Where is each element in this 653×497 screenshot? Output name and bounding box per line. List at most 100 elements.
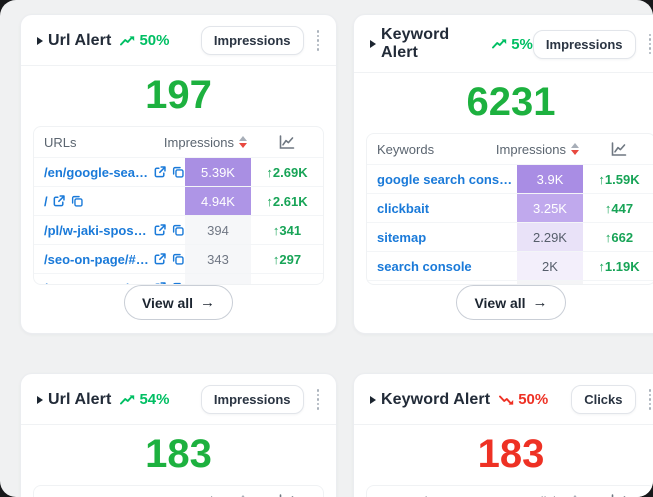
external-link-icon[interactable]	[153, 165, 167, 179]
card-header: Url Alert 54% Impressions	[21, 374, 336, 425]
url-link[interactable]: /	[44, 194, 48, 209]
chart-column-header	[251, 127, 323, 157]
keyword-link[interactable]: sitemap	[377, 230, 426, 245]
card-title: Url Alert	[48, 391, 111, 409]
trend-value: 50%	[139, 32, 169, 49]
trend-up-icon	[120, 35, 136, 47]
expand-caret-icon[interactable]	[37, 37, 43, 45]
sort-icon[interactable]	[237, 134, 249, 150]
table-row: clickbait 3.25K ↑447	[367, 193, 653, 222]
kebab-menu-icon[interactable]	[314, 386, 323, 413]
key-column-header: URLs	[34, 486, 183, 497]
view-all-wrap: View all →	[354, 285, 653, 333]
trend-down-icon	[499, 394, 515, 406]
sort-icon[interactable]	[237, 493, 249, 497]
alert-table: URLs Impressions /en/google-search-c...	[33, 126, 324, 285]
value-column-header: Clicks	[515, 486, 583, 497]
table-row: /en/google-search-c... 5.39K ↑2.69K	[34, 157, 323, 186]
table-header-row: Keywords Impressions	[367, 134, 653, 164]
external-link-icon[interactable]	[52, 194, 66, 208]
sort-icon[interactable]	[569, 141, 581, 157]
table-header-row: URLs Impressions	[34, 127, 323, 157]
card-header: Keyword Alert 5% Impressions	[354, 15, 653, 73]
value-cell: 341	[185, 274, 251, 285]
card-title: Url Alert	[48, 32, 111, 50]
arrow-right-icon: →	[200, 294, 215, 311]
kebab-menu-icon[interactable]	[646, 31, 653, 58]
big-number: 183	[354, 425, 653, 485]
key-column-header: Keywords	[367, 134, 515, 164]
table-row: /seo-on-page/#Facto... 343 ↑297	[34, 244, 323, 273]
trend-indicator: 50%	[499, 391, 548, 408]
change-value: ↑1.59K	[583, 165, 653, 193]
alert-table: Keywords Impressions google search conso…	[366, 133, 653, 285]
trend-indicator: 50%	[120, 32, 169, 49]
trend-value: 50%	[518, 391, 548, 408]
metric-select-button[interactable]: Impressions	[201, 385, 304, 414]
keyword-link[interactable]: google search console	[377, 172, 517, 187]
value-header-label: Impressions	[496, 142, 566, 157]
card-keyword-alert-1: Keyword Alert 5% Impressions 6231 Keywor…	[353, 14, 653, 334]
sort-icon[interactable]	[569, 493, 581, 497]
table-header-row: Keywords Clicks	[367, 486, 653, 497]
alert-table: URLs Impressions	[33, 485, 324, 497]
value-cell: 3.25K	[517, 194, 583, 222]
copy-icon[interactable]	[70, 194, 84, 208]
table-row: /pl/w-jaki-sposob-nal... 394 ↑341	[34, 215, 323, 244]
value-cell: 2K	[517, 252, 583, 280]
value-column-header: Impressions	[183, 486, 251, 497]
metric-select-button[interactable]: Clicks	[571, 385, 635, 414]
trend-indicator: 5%	[492, 36, 533, 53]
big-number: 6231	[354, 73, 653, 133]
chart-column-header	[583, 134, 653, 164]
url-link[interactable]: /en/google-search-c...	[44, 165, 149, 180]
expand-caret-icon[interactable]	[37, 396, 43, 404]
arrow-right-icon: →	[533, 294, 548, 311]
view-all-button[interactable]: View all →	[124, 285, 233, 320]
expand-caret-icon[interactable]	[370, 40, 376, 48]
line-chart-icon[interactable]	[611, 142, 627, 156]
change-value: ↑662	[583, 223, 653, 251]
change-value: ↑341	[251, 216, 323, 244]
view-all-label: View all	[142, 295, 193, 311]
copy-icon[interactable]	[171, 252, 185, 266]
value-header-label: Clicks	[531, 494, 566, 497]
change-value: ↑2.69K	[251, 158, 323, 186]
chart-column-header	[583, 486, 653, 497]
trend-value: 5%	[511, 36, 533, 53]
card-title: Keyword Alert	[381, 26, 483, 62]
alert-table: Keywords Clicks	[366, 485, 653, 497]
trend-up-icon	[120, 394, 136, 406]
value-header-label: Impressions	[164, 494, 234, 497]
external-link-icon[interactable]	[153, 223, 167, 237]
kebab-menu-icon[interactable]	[314, 27, 323, 54]
big-number: 197	[21, 66, 336, 126]
value-header-label: Impressions	[164, 135, 234, 150]
kebab-menu-icon[interactable]	[646, 386, 653, 413]
copy-icon[interactable]	[171, 223, 185, 237]
keyword-link[interactable]: search console	[377, 259, 472, 274]
url-link[interactable]: /pl/w-jaki-sposob-nal...	[44, 223, 149, 238]
copy-icon[interactable]	[171, 165, 185, 179]
value-cell: 394	[185, 216, 251, 244]
value-cell: 5.39K	[185, 158, 251, 186]
table-row: / 4.94K ↑2.61K	[34, 186, 323, 215]
line-chart-icon[interactable]	[279, 135, 295, 149]
view-all-button[interactable]: View all →	[456, 285, 565, 320]
card-header: Keyword Alert 50% Clicks	[354, 374, 653, 425]
change-value: ↑447	[583, 194, 653, 222]
metric-select-button[interactable]: Impressions	[201, 26, 304, 55]
view-all-label: View all	[474, 295, 525, 311]
view-all-wrap: View all →	[21, 285, 336, 333]
table-header-row: URLs Impressions	[34, 486, 323, 497]
metric-select-button[interactable]: Impressions	[533, 30, 636, 59]
card-url-alert-2: Url Alert 54% Impressions 183 URLs Impre…	[20, 373, 337, 497]
keyword-link[interactable]: clickbait	[377, 201, 429, 216]
change-value: ↑1.19K	[583, 252, 653, 280]
expand-caret-icon[interactable]	[370, 396, 376, 404]
url-link[interactable]: /seo-on-page/#Facto...	[44, 252, 149, 267]
alerts-dashboard: Url Alert 50% Impressions 197 URLs Impre…	[0, 0, 653, 497]
external-link-icon[interactable]	[153, 252, 167, 266]
key-column-header: Keywords	[367, 486, 515, 497]
trend-up-icon	[492, 38, 508, 50]
